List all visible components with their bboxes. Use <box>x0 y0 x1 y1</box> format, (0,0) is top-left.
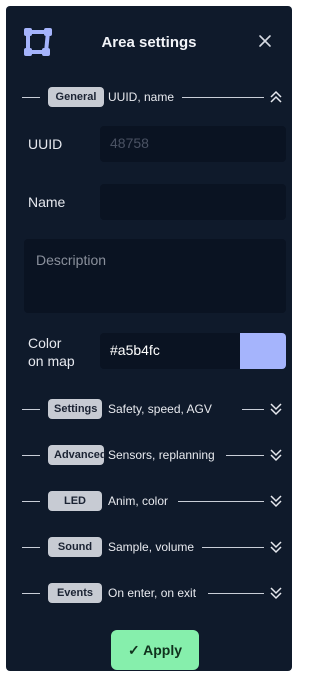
divider-line <box>22 97 40 98</box>
chevron-up-double-icon[interactable] <box>268 89 284 105</box>
color-label: Color on map <box>28 334 75 370</box>
chevron-down-double-icon[interactable] <box>268 585 284 601</box>
divider-line <box>226 455 264 456</box>
uuid-field: 48758 <box>100 126 286 162</box>
apply-button[interactable]: ✓ Apply <box>111 630 199 670</box>
check-icon: ✓ <box>128 642 140 658</box>
name-label: Name <box>28 194 66 210</box>
section-summary-general: UUID, name <box>108 90 175 104</box>
divider-line <box>182 97 264 98</box>
section-advanced[interactable]: Advanced Sensors, replanning <box>6 444 292 466</box>
chevron-down-double-icon[interactable] <box>268 401 284 417</box>
color-label-line2: on map <box>28 353 75 369</box>
section-summary-settings: Safety, speed, AGV <box>108 402 212 416</box>
color-label-line1: Color <box>28 335 62 351</box>
section-badge-settings: Settings <box>48 399 102 419</box>
section-badge-sound: Sound <box>48 537 102 557</box>
section-badge-advanced: Advanced <box>48 445 107 465</box>
panel-header: Area settings <box>6 6 292 78</box>
divider-line <box>22 593 40 594</box>
divider-line <box>178 501 264 502</box>
divider-line <box>22 455 40 456</box>
chevron-down-double-icon[interactable] <box>268 447 284 463</box>
divider-line <box>242 409 264 410</box>
color-value: #a5b4fc <box>110 342 160 358</box>
section-events[interactable]: Events On enter, on exit <box>6 582 292 604</box>
divider-line <box>22 501 40 502</box>
area-settings-panel: Area settings General UUID, name UUID 48… <box>6 6 292 671</box>
section-badge-general: General <box>48 87 104 107</box>
uuid-value: 48758 <box>110 135 149 151</box>
description-placeholder: Description <box>36 252 107 268</box>
name-input[interactable] <box>100 184 286 220</box>
section-led[interactable]: LED Anim, color <box>6 490 292 512</box>
section-badge-events: Events <box>48 583 102 603</box>
chevron-down-double-icon[interactable] <box>268 493 284 509</box>
section-summary-events: On enter, on exit <box>108 586 197 600</box>
section-summary-sound: Sample, volume <box>108 540 195 554</box>
page-title: Area settings <box>101 34 197 51</box>
section-summary-led: Anim, color <box>108 494 169 508</box>
section-badge-led: LED <box>48 491 102 511</box>
section-summary-advanced: Sensors, replanning <box>108 448 215 462</box>
color-swatch[interactable] <box>240 333 286 369</box>
section-settings[interactable]: Settings Safety, speed, AGV <box>6 398 292 420</box>
description-textarea[interactable]: Description <box>24 239 286 313</box>
apply-label: Apply <box>143 642 182 658</box>
divider-line <box>202 547 264 548</box>
section-sound[interactable]: Sound Sample, volume <box>6 536 292 558</box>
chevron-down-double-icon[interactable] <box>268 539 284 555</box>
section-general[interactable]: General UUID, name <box>6 86 292 108</box>
close-icon[interactable] <box>254 30 276 52</box>
divider-line <box>208 593 264 594</box>
color-input[interactable]: #a5b4fc <box>100 333 286 369</box>
uuid-label: UUID <box>28 136 63 152</box>
divider-line <box>22 409 40 410</box>
divider-line <box>22 547 40 548</box>
